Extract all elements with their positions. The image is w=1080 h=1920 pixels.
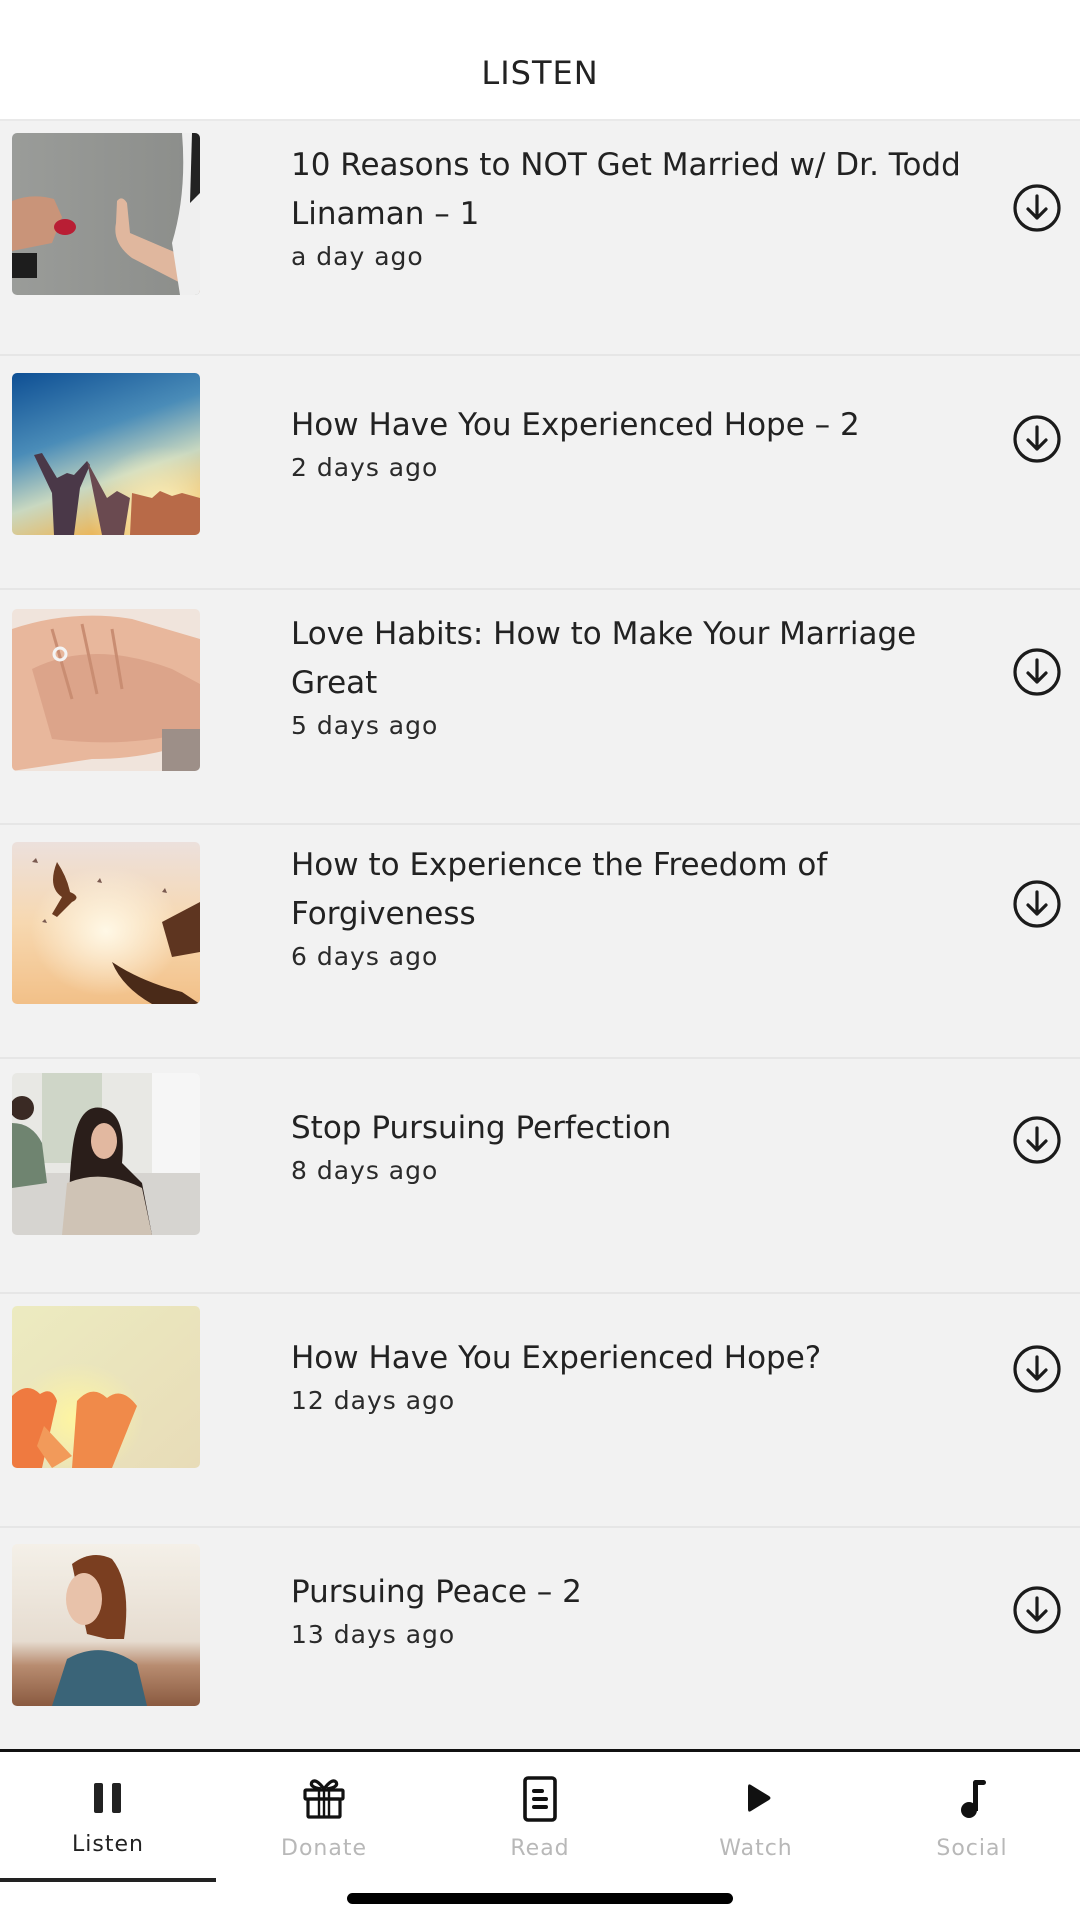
- tab-read[interactable]: Read: [432, 1752, 648, 1882]
- tab-listen[interactable]: Listen: [0, 1752, 216, 1882]
- download-button[interactable]: [1010, 1113, 1064, 1167]
- download-circle-icon: [1013, 648, 1061, 696]
- home-indicator[interactable]: [347, 1893, 733, 1904]
- download-circle-icon: [1013, 879, 1061, 928]
- list-item[interactable]: How Have You Experienced Hope? 12 days a…: [0, 1293, 1080, 1528]
- pause-icon: [83, 1774, 133, 1824]
- episode-title[interactable]: Pursuing Peace – 2: [291, 1568, 1006, 1617]
- heart-hands-sunlight-image: [12, 1305, 200, 1468]
- episode-title[interactable]: How to Experience the Freedom of Forgive…: [291, 841, 1006, 939]
- download-button[interactable]: [1010, 645, 1064, 699]
- episode-text[interactable]: Stop Pursuing Perfection 8 days ago: [291, 1104, 1006, 1189]
- gift-icon: [299, 1774, 349, 1824]
- episode-title[interactable]: Love Habits: How to Make Your Marriage G…: [291, 610, 1006, 708]
- list-item[interactable]: Love Habits: How to Make Your Marriage G…: [0, 590, 1080, 825]
- people-raising-hands-sunset-image: [12, 372, 200, 535]
- episode-date: 5 days ago: [291, 711, 439, 740]
- active-tab-indicator: [0, 1878, 216, 1882]
- episode-date: 8 days ago: [291, 1156, 439, 1185]
- tab-label: Social: [936, 1836, 1008, 1861]
- couple-on-couch-image: [12, 1073, 200, 1235]
- download-circle-icon: [1013, 414, 1061, 463]
- download-button[interactable]: [1010, 1583, 1064, 1637]
- episode-title[interactable]: How Have You Experienced Hope?: [291, 1334, 1006, 1383]
- episode-date: 2 days ago: [291, 452, 439, 482]
- tab-social[interactable]: Social: [864, 1752, 1080, 1882]
- list-item[interactable]: 10 Reasons to NOT Get Married w/ Dr. Tod…: [0, 121, 1080, 356]
- list-item[interactable]: Pursuing Peace – 2 13 days ago: [0, 1528, 1080, 1749]
- document-icon: [515, 1774, 565, 1824]
- episode-date: 13 days ago: [291, 1620, 456, 1649]
- episode-title[interactable]: Stop Pursuing Perfection: [291, 1104, 1006, 1153]
- download-circle-icon: [1013, 184, 1061, 232]
- episode-date: 6 days ago: [291, 941, 439, 971]
- music-note-icon: [947, 1774, 997, 1824]
- download-button[interactable]: [1010, 412, 1064, 466]
- hands-with-wedding-ring-image: [12, 609, 200, 771]
- page-title: LISTEN: [481, 54, 599, 92]
- list-item[interactable]: How Have You Experienced Hope – 2 2 days…: [0, 355, 1080, 590]
- episode-date: 12 days ago: [291, 1385, 456, 1415]
- download-circle-icon: [1013, 1116, 1061, 1164]
- woman-eyes-closed-image: [12, 1544, 200, 1706]
- episode-date: a day ago: [291, 242, 424, 271]
- hands-refusing-ring-image: [12, 133, 200, 295]
- episode-text[interactable]: Pursuing Peace – 2 13 days ago: [291, 1568, 1006, 1653]
- play-icon: [731, 1774, 781, 1824]
- tab-watch[interactable]: Watch: [648, 1752, 864, 1882]
- episode-text[interactable]: How Have You Experienced Hope? 12 days a…: [291, 1334, 1006, 1419]
- header: LISTEN: [0, 0, 1080, 121]
- tab-label: Listen: [72, 1832, 144, 1857]
- episode-text[interactable]: How to Experience the Freedom of Forgive…: [291, 841, 1006, 975]
- episode-list[interactable]: 10 Reasons to NOT Get Married w/ Dr. Tod…: [0, 121, 1080, 1749]
- download-button[interactable]: [1010, 181, 1064, 235]
- episode-title[interactable]: 10 Reasons to NOT Get Married w/ Dr. Tod…: [291, 141, 1006, 239]
- download-button[interactable]: [1010, 877, 1064, 931]
- tab-label: Watch: [719, 1836, 793, 1861]
- episode-text[interactable]: 10 Reasons to NOT Get Married w/ Dr. Tod…: [291, 141, 1006, 275]
- download-circle-icon: [1013, 1586, 1061, 1634]
- episode-text[interactable]: How Have You Experienced Hope – 2 2 days…: [291, 401, 1006, 486]
- hands-releasing-birds-image: [12, 841, 200, 1004]
- tab-label: Donate: [281, 1836, 367, 1861]
- download-circle-icon: [1013, 1344, 1061, 1393]
- episode-text[interactable]: Love Habits: How to Make Your Marriage G…: [291, 610, 1006, 744]
- download-button[interactable]: [1010, 1342, 1064, 1396]
- list-item[interactable]: Stop Pursuing Perfection 8 days ago: [0, 1059, 1080, 1294]
- tab-donate[interactable]: Donate: [216, 1752, 432, 1882]
- tab-label: Read: [510, 1836, 570, 1861]
- episode-title[interactable]: How Have You Experienced Hope – 2: [291, 401, 1006, 450]
- list-item[interactable]: How to Experience the Freedom of Forgive…: [0, 824, 1080, 1059]
